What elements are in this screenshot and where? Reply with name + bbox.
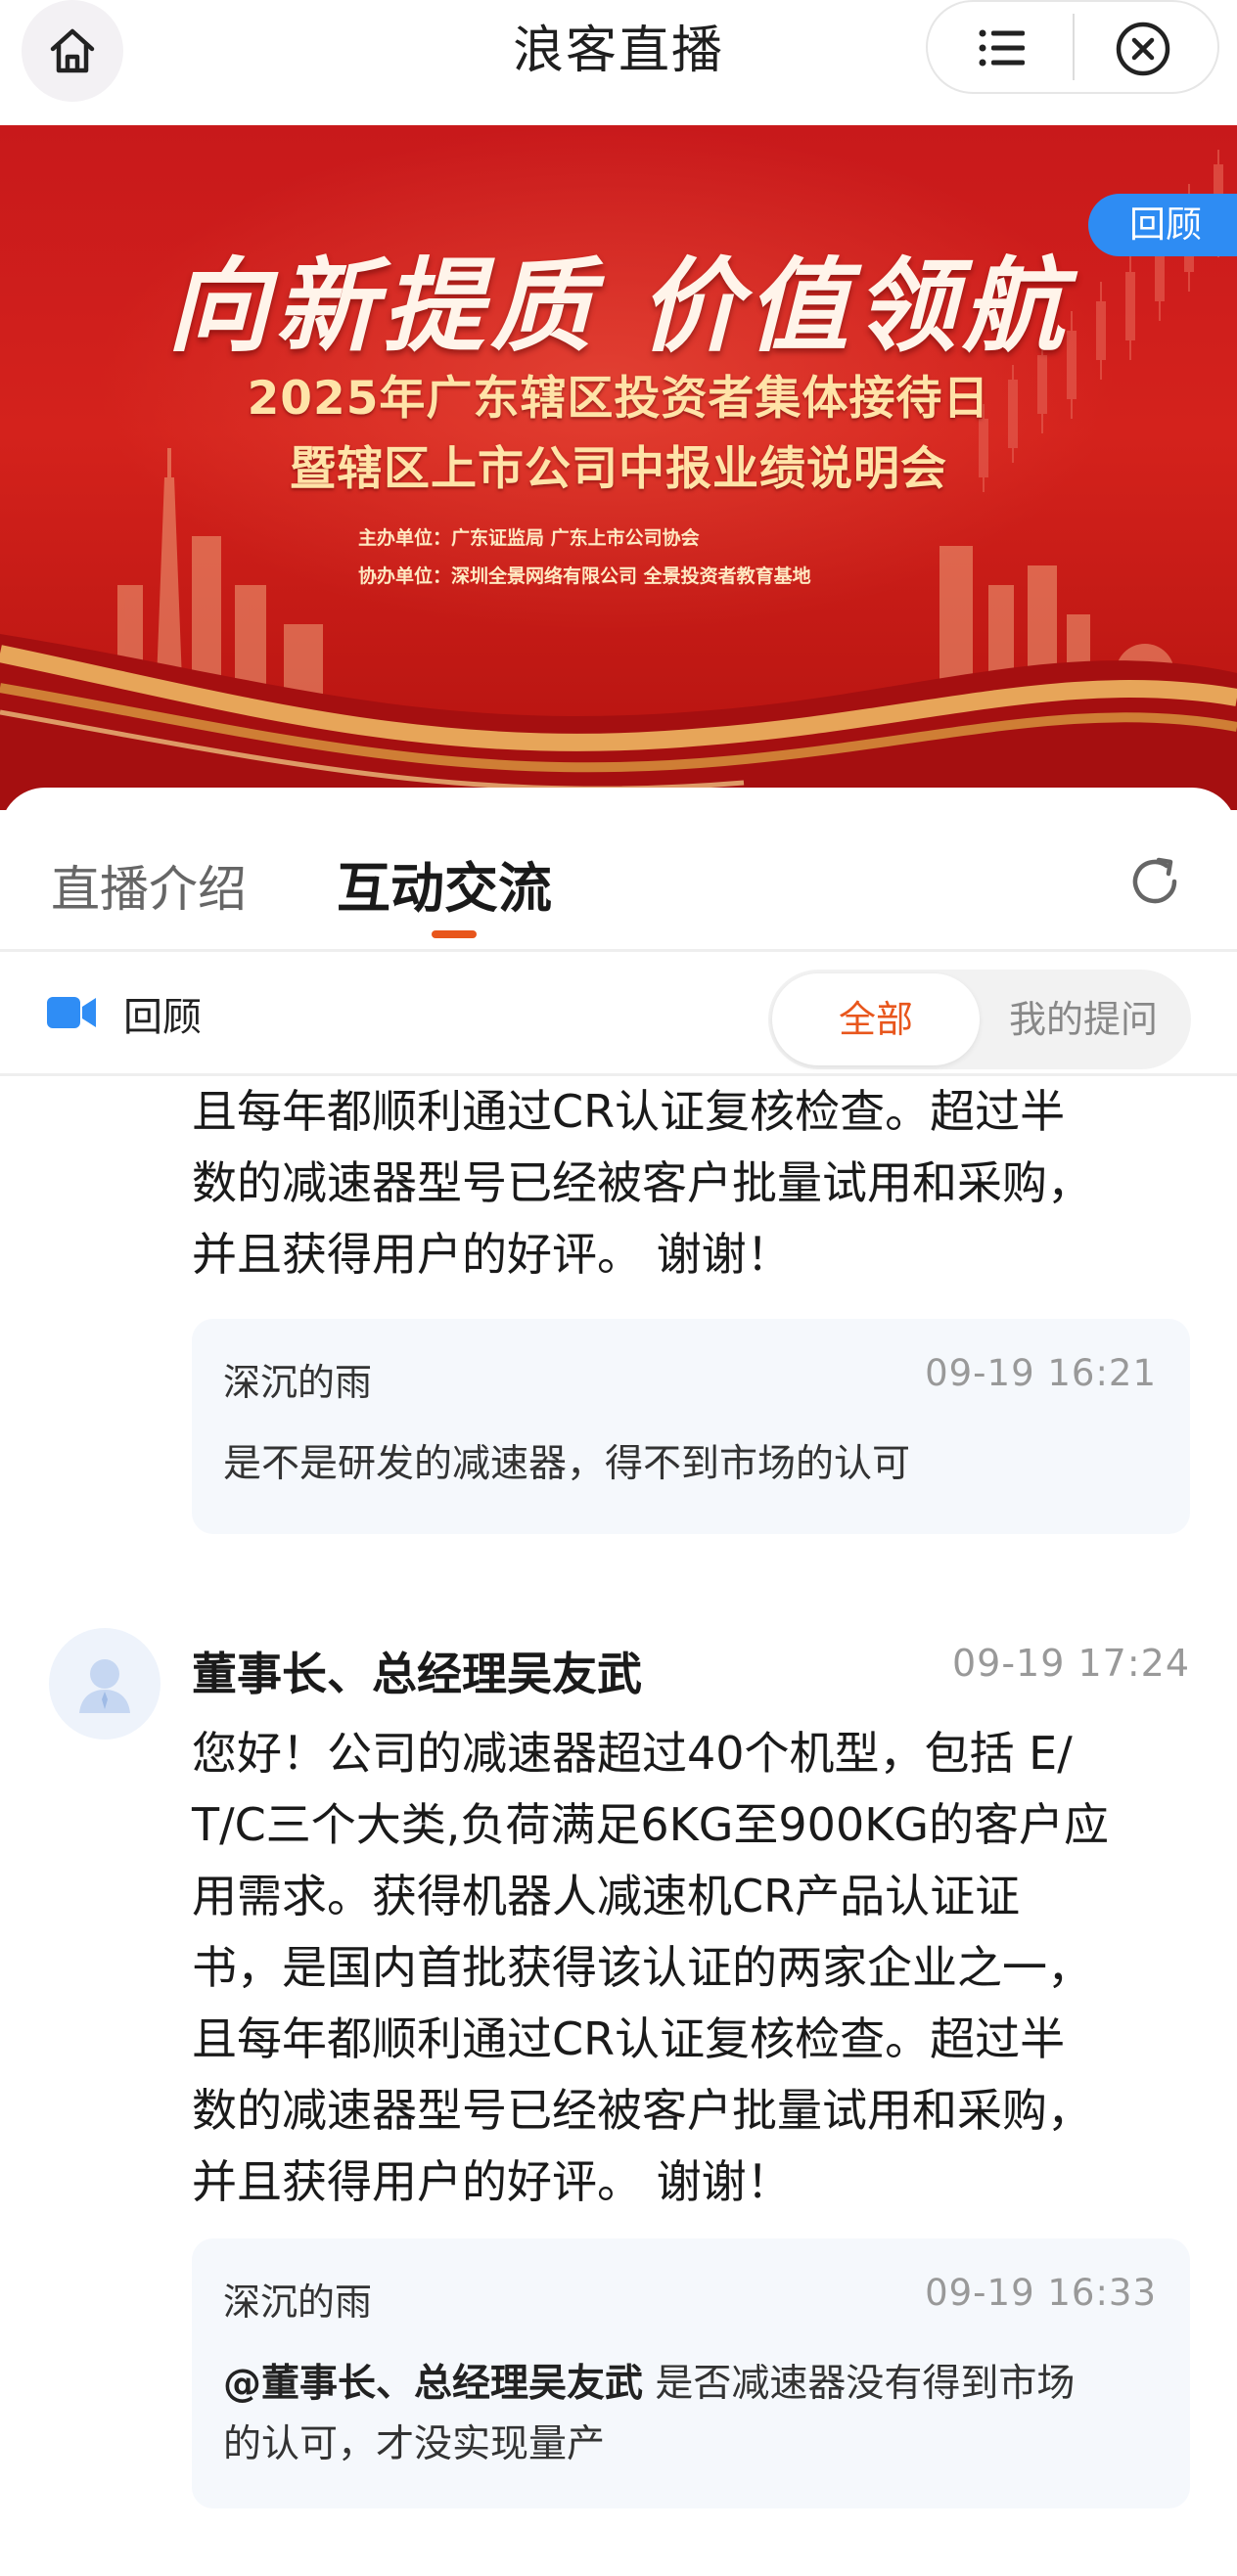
replay-label[interactable]: 回顾 [123,985,202,1042]
tab-live-intro[interactable]: 直播介绍 [51,850,247,921]
replay-badge[interactable]: 回顾 [1088,194,1237,256]
question-text: 是不是研发的减速器，得不到市场的认可 [223,1442,911,1486]
answer-line: 用需求。获得机器人减速机CR产品认证证 [192,1870,1021,1922]
banner-title-line2: 暨辖区上市公司中报业绩说明会 [290,442,947,496]
capsule-divider [1073,14,1075,80]
question-user: 深沉的雨 [223,2281,373,2324]
question-text-line2: 的认可，才没实现量产 [223,2422,606,2466]
answer-line: 并且获得用户的好评。 谢谢！ [192,1228,792,1281]
answer-text: 且每年都顺利通过CR认证复核检查。超过半 数的减速器型号已经被客户批量试用和采购… [192,1076,1170,1290]
top-nav-bar: 浪客直播 [0,0,1237,125]
avatar [49,1628,160,1740]
mini-program-capsule [926,0,1219,94]
answer-line: T/C三个大类,负荷满足6KG至900KG的客户应 [192,1798,1110,1851]
banner-co-organizer: 协办单位：深圳全景网络有限公司 全景投资者教育基地 [358,565,811,587]
question-mention[interactable]: @董事长、总经理吴友武 [223,2362,643,2406]
refresh-icon [1132,857,1177,904]
answer-time: 09-19 17:24 [951,1642,1190,1685]
question-text-line1: 是否减速器没有得到市场 [643,2362,1076,2406]
refresh-button[interactable] [1123,850,1186,913]
question-user: 深沉的雨 [223,1361,373,1404]
answer-line: 并且获得用户的好评。 谢谢！ [192,2155,792,2208]
video-camera-icon [47,997,96,1028]
banner-host: 主办单位：广东证监局 广东上市公司协会 [358,527,700,549]
event-banner: 向新提质 价值领航 2025年广东辖区投资者集体接待日 暨辖区上市公司中报业绩说… [0,125,1237,810]
banner-slogan: 向新提质 价值领航 [166,246,1071,366]
filter-bar: 回顾 全部 我的提问 [0,952,1237,1073]
menu-button[interactable] [967,20,1037,76]
answer-line: 数的减速器型号已经被客户批量试用和采购， [192,2084,1092,2137]
close-circle-icon [1116,22,1170,76]
answer-line: 您好！公司的减速器超过40个机型，包括 E/ [192,1727,1073,1780]
answer-line: 数的减速器型号已经被客户批量试用和采购， [192,1156,1092,1209]
active-tab-indicator [432,930,477,938]
answer-line: 且每年都顺利通过CR认证复核检查。超过半 [192,2012,1066,2065]
close-button[interactable] [1112,18,1174,80]
banner-title-line1: 2025年广东辖区投资者集体接待日 [247,372,990,426]
user-avatar-icon [79,1659,130,1713]
quoted-question: 深沉的雨 09-19 16:21 是不是研发的减速器，得不到市场的认可 [192,1319,1190,1534]
filter-my-questions-button[interactable]: 我的提问 [1009,970,1158,1069]
filter-all-button[interactable]: 全部 [772,973,980,1065]
tab-bar: 直播介绍 互动交流 [0,788,1237,949]
qa-feed: 且每年都顺利通过CR认证复核检查。超过半 数的减速器型号已经被客户批量试用和采购… [0,1076,1237,2576]
answer-line: 且每年都顺利通过CR认证复核检查。超过半 [192,1085,1066,1138]
question-time: 09-19 16:33 [925,2272,1157,2314]
tab-interaction[interactable]: 互动交流 [337,844,552,923]
content-sheet: 直播介绍 互动交流 回顾 全部 我的提问 且每年都顺利通过CR认证复核检查。超过… [0,788,1237,2576]
answer-text: 您好！公司的减速器超过40个机型，包括 E/ T/C三个大类,负荷满足6KG至9… [192,1718,1170,2218]
filter-toggle: 全部 我的提问 [768,970,1191,1069]
list-icon [979,29,1025,67]
question-text: @董事长、总经理吴友武 是否减速器没有得到市场 的认可，才没实现量产 [223,2354,1153,2475]
answer-author: 董事长、总经理吴友武 [192,1648,642,1700]
quoted-question: 深沉的雨 09-19 16:33 @董事长、总经理吴友武 是否减速器没有得到市场… [192,2238,1190,2508]
question-time: 09-19 16:21 [925,1352,1157,1394]
answer-line: 书，是国内首批获得该认证的两家企业之一， [192,1941,1092,1994]
